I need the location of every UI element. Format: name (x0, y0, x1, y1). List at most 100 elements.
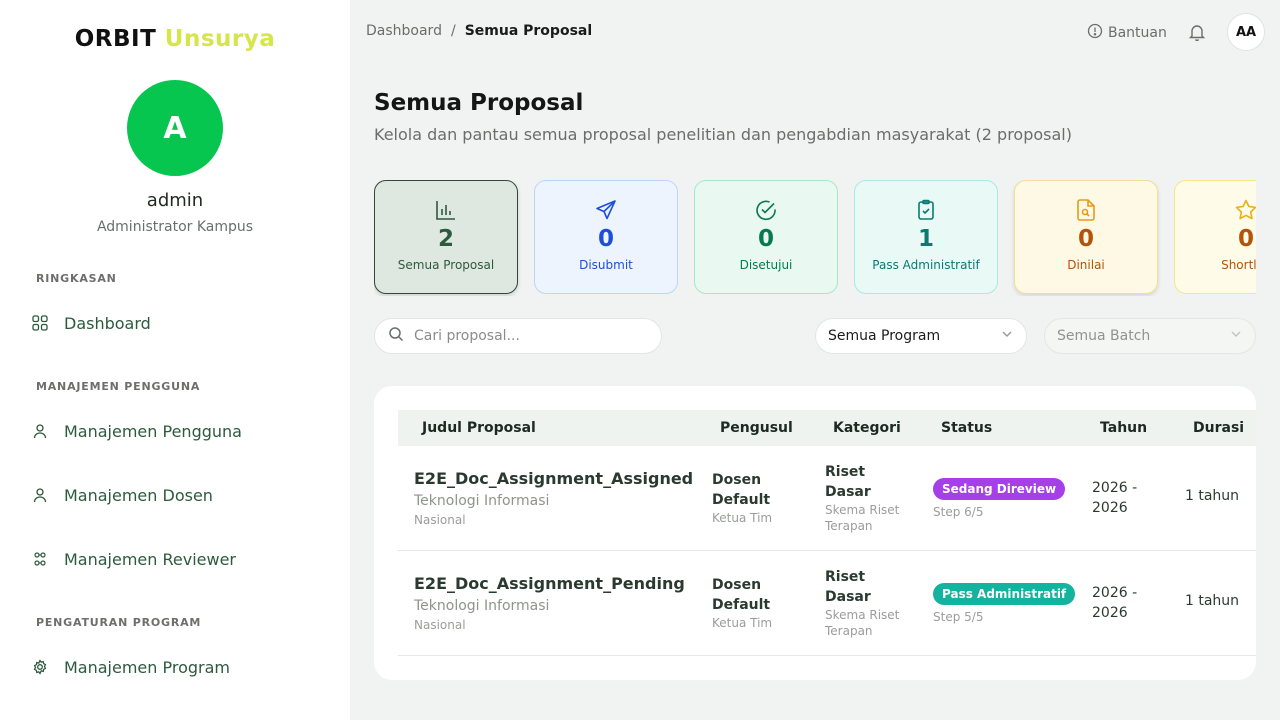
stat-value: 0 (597, 226, 614, 252)
stat-label: Semua Proposal (397, 258, 495, 272)
proposal-kategori: Riset Dasar (825, 464, 871, 500)
chevron-down-icon (1000, 327, 1014, 345)
gear-icon (30, 657, 50, 677)
stat-value: 1 (917, 226, 934, 252)
status-badge: Sedang Direview (933, 478, 1066, 500)
proposal-pengusul: Dosen Default (712, 472, 771, 508)
proposal-field: Teknologi Informasi (414, 598, 550, 614)
proposal-tahun: 2026 - 2026 (1092, 585, 1138, 621)
proposal-field: Teknologi Informasi (414, 493, 550, 509)
send-icon (594, 198, 618, 222)
stat-value: 0 (1077, 226, 1094, 252)
user-avatar: A (127, 80, 223, 176)
stat-label: Pass Administratif (872, 258, 980, 272)
sidebar-item-label: Dashboard (64, 313, 151, 333)
proposal-title[interactable]: E2E_Doc_Assignment_Pending (414, 574, 685, 593)
help-link[interactable]: Bantuan (1087, 23, 1167, 43)
stat-card-semua-proposal[interactable]: 2 Semua Proposal (374, 180, 518, 294)
proposal-title[interactable]: E2E_Doc_Assignment_Assigned (414, 469, 693, 488)
proposal-step: Step 6/5 (933, 505, 984, 519)
stat-label: Dinilai (1067, 258, 1105, 272)
breadcrumb-dashboard[interactable]: Dashboard (366, 23, 442, 39)
batch-select-value: Semua Batch (1057, 328, 1151, 344)
proposal-table: Judul Proposal Pengusul Kategori Status … (374, 386, 1256, 680)
info-icon (1087, 23, 1103, 43)
stat-label: Disetujui (739, 258, 793, 272)
page-subtitle: Kelola dan pantau semua proposal penelit… (374, 125, 1072, 144)
search-input[interactable] (414, 328, 634, 344)
proposal-durasi: 1 tahun (1185, 593, 1240, 609)
proposal-step: Step 5/5 (933, 610, 984, 624)
section-label-pengaturan-program: PENGATURAN PROGRAM (36, 616, 202, 629)
user-icon (30, 421, 50, 441)
stat-value: 0 (757, 226, 774, 252)
sidebar-item-dashboard[interactable]: Dashboard (30, 309, 151, 337)
proposal-durasi: 1 tahun (1185, 488, 1240, 504)
bar-chart-icon (434, 198, 458, 222)
search-box[interactable] (374, 318, 662, 354)
stat-card-disetujui[interactable]: 0 Disetujui (694, 180, 838, 294)
brand-logo[interactable]: ORBIT Unsurya (0, 26, 350, 52)
proposal-scope: Nasional (414, 513, 466, 527)
user-name: admin (146, 190, 204, 211)
stat-card-pass-administratif[interactable]: 1 Pass Administratif (854, 180, 998, 294)
stat-value: 0 (1237, 226, 1254, 252)
sidebar-item-manajemen-dosen[interactable]: Manajemen Dosen (30, 481, 213, 509)
grid-icon (30, 313, 50, 333)
proposal-skema: Skema Riset Terapan (825, 608, 900, 638)
breadcrumb: Dashboard / Semua Proposal (366, 23, 592, 39)
sidebar-item-label: Manajemen Reviewer (64, 549, 237, 569)
column-header-judul[interactable]: Judul Proposal (422, 420, 536, 436)
proposal-skema: Skema Riset Terapan (825, 503, 900, 533)
column-header-pengusul[interactable]: Pengusul (720, 420, 793, 436)
stat-card-disubmit[interactable]: 0 Disubmit (534, 180, 678, 294)
check-circle-icon (754, 198, 778, 222)
stat-card-dinilai[interactable]: 0 Dinilai (1014, 180, 1158, 294)
proposal-pengusul-role: Ketua Tim (712, 511, 773, 525)
file-search-icon (1074, 198, 1098, 222)
page-title: Semua Proposal (374, 90, 584, 116)
stat-cards: 2 Semua Proposal 0 Disubmit 0 Disetujui … (374, 180, 1256, 296)
profile-avatar[interactable]: AA (1227, 13, 1265, 51)
table-row[interactable]: E2E_Doc_Assignment_Pending Teknologi Inf… (398, 551, 1256, 656)
batch-select[interactable]: Semua Batch (1044, 318, 1256, 354)
proposal-tahun: 2026 - 2026 (1092, 480, 1138, 516)
column-header-durasi[interactable]: Durasi (1193, 420, 1244, 436)
search-icon (388, 326, 404, 346)
breadcrumb-separator: / (450, 23, 456, 39)
stat-value: 2 (437, 226, 454, 252)
stat-card-shortlist[interactable]: 0 Shortlist (1174, 180, 1256, 294)
table-row[interactable]: E2E_Doc_Assignment_Assigned Teknologi In… (398, 446, 1256, 551)
star-icon (1234, 198, 1256, 222)
table-header: Judul Proposal Pengusul Kategori Status … (398, 410, 1256, 446)
sidebar-item-manajemen-reviewer[interactable]: Manajemen Reviewer (30, 545, 236, 573)
user-role: Administrator Kampus (96, 219, 254, 235)
sidebar-item-manajemen-pengguna[interactable]: Manajemen Pengguna (30, 417, 242, 445)
bell-icon[interactable] (1187, 22, 1207, 42)
program-select[interactable]: Semua Program (815, 318, 1027, 354)
sidebar-item-label: Manajemen Program (64, 657, 231, 677)
program-select-value: Semua Program (828, 328, 941, 344)
clipboard-check-icon (914, 198, 938, 222)
users-network-icon (30, 549, 50, 569)
proposal-pengusul: Dosen Default (712, 577, 771, 613)
column-header-tahun[interactable]: Tahun (1100, 420, 1147, 436)
breadcrumb-current: Semua Proposal (464, 23, 593, 39)
sidebar: ORBIT Unsurya A admin Administrator Kamp… (0, 0, 350, 720)
status-badge: Pass Administratif (933, 583, 1076, 605)
help-label: Bantuan (1108, 25, 1167, 41)
column-header-kategori[interactable]: Kategori (833, 420, 901, 436)
stat-label: Disubmit (579, 258, 633, 272)
brand-part2: Unsurya (164, 26, 276, 52)
section-label-ringkasan: RINGKASAN (36, 272, 117, 285)
chevron-down-icon (1229, 327, 1243, 345)
stat-label: Shortlist (1221, 258, 1256, 272)
user-icon (30, 485, 50, 505)
proposal-pengusul-role: Ketua Tim (712, 616, 773, 630)
proposal-scope: Nasional (414, 618, 466, 632)
sidebar-item-label: Manajemen Dosen (64, 485, 213, 505)
column-header-status[interactable]: Status (941, 420, 992, 436)
section-label-manajemen-pengguna: MANAJEMEN PENGGUNA (36, 380, 201, 393)
proposal-kategori: Riset Dasar (825, 569, 871, 605)
sidebar-item-manajemen-program[interactable]: Manajemen Program (30, 653, 230, 681)
